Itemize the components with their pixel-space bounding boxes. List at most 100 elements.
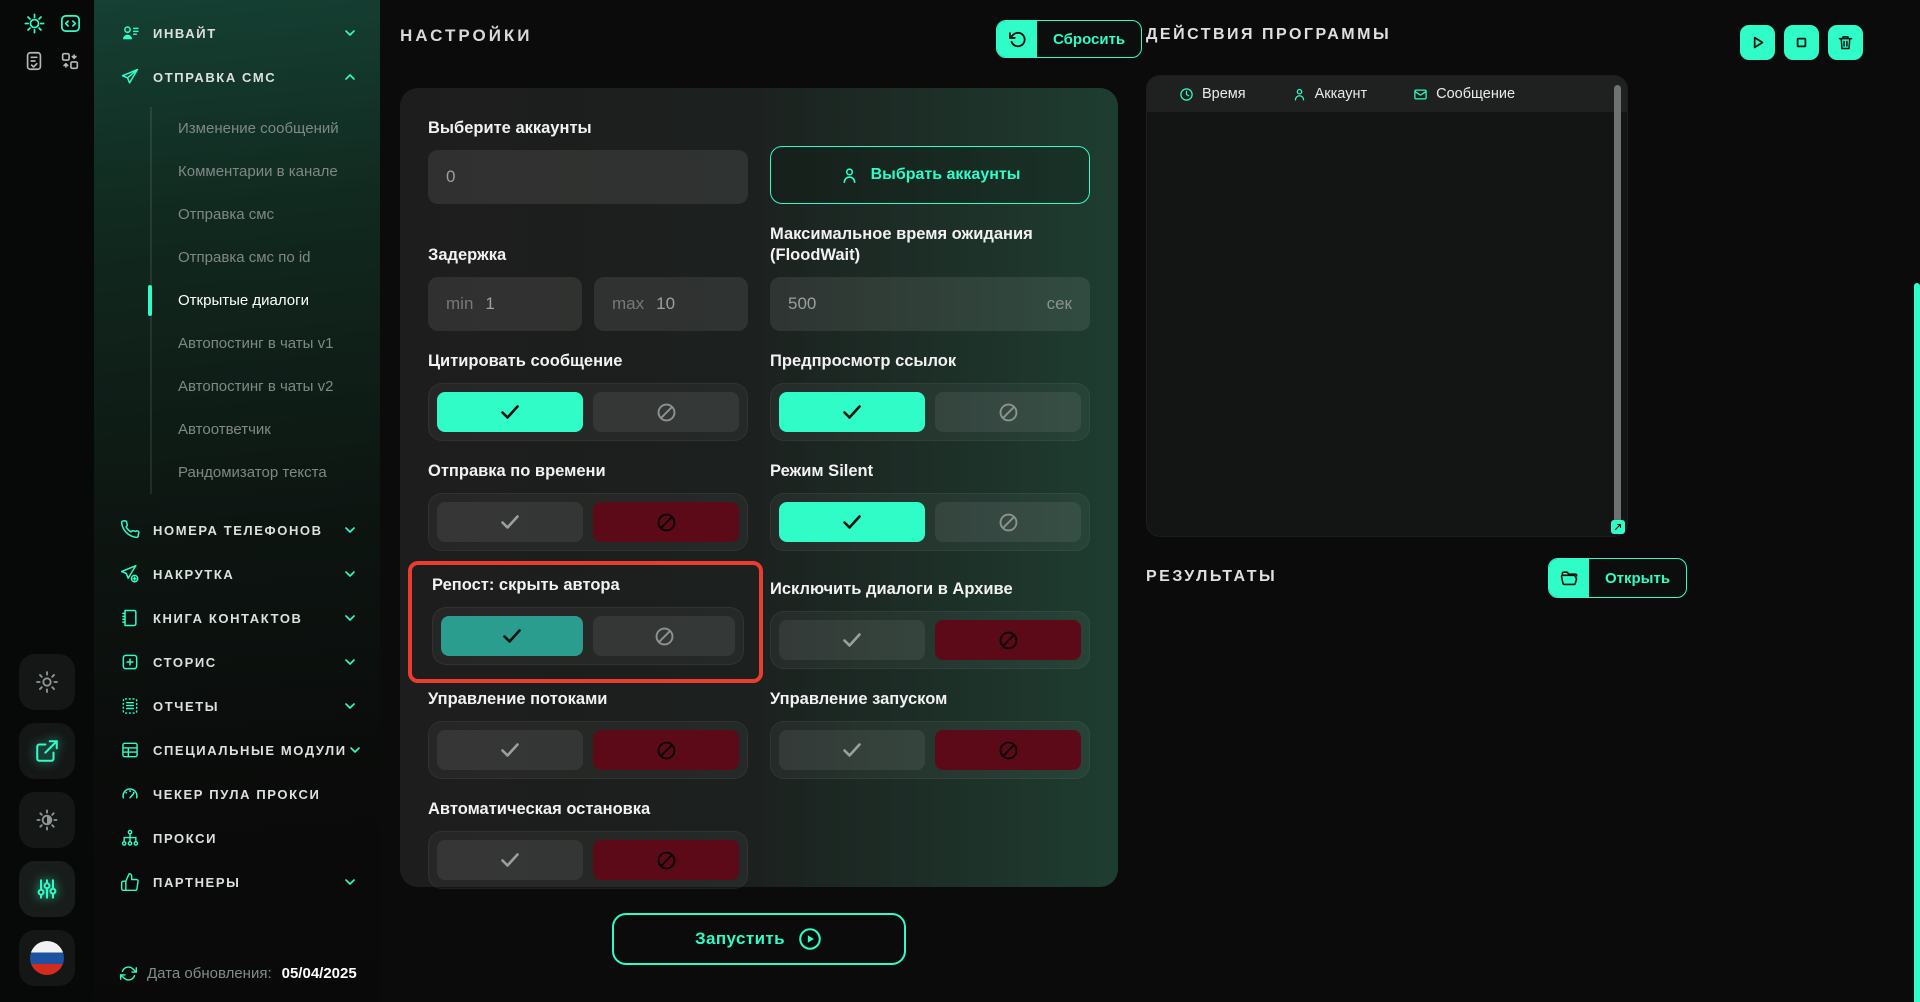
chevron-down-icon	[342, 610, 358, 626]
toggle-on-button[interactable]	[779, 730, 925, 770]
accounts-input[interactable]: 0	[428, 150, 748, 204]
column-time-label: Время	[1202, 86, 1246, 102]
toggle-on-button[interactable]	[437, 730, 583, 770]
folder-open-icon	[1549, 559, 1589, 597]
send-sms-submenu: Изменение сообщений Комментарии в канале…	[150, 107, 380, 494]
submenu-item[interactable]: Автопостинг в чаты v2	[152, 365, 380, 408]
sidebar-item-partners[interactable]: ПАРТНЕРЫ	[94, 860, 380, 904]
sidebar-item-label: СПЕЦИАЛЬНЫЕ МОДУЛИ	[153, 743, 347, 758]
page-scrollbar[interactable]	[1914, 283, 1920, 1002]
sidebar-item-label: НОМЕРА ТЕЛЕФОНОВ	[153, 523, 323, 538]
submenu-item[interactable]: Отправка смс по id	[152, 236, 380, 279]
toggle-off-button[interactable]	[935, 502, 1081, 542]
toggle-on-button[interactable]	[437, 502, 583, 542]
sidebar-item-proxy-checker[interactable]: ЧЕКЕР ПУЛА ПРОКСИ	[94, 772, 380, 816]
column-account[interactable]: Аккаунт	[1292, 86, 1367, 102]
play-icon	[1749, 34, 1766, 51]
sidebar-item-send-sms[interactable]: ОТПРАВКА СМС	[94, 55, 380, 99]
actions-table-header: Время Аккаунт Сообщение	[1147, 76, 1627, 112]
sidebar-item-phone-numbers[interactable]: НОМЕРА ТЕЛЕФОНОВ	[94, 508, 380, 552]
contacts-book-icon	[120, 608, 140, 628]
floodwait-label: Максимальное время ожидания (FloodWait)	[770, 224, 1070, 266]
toggle-send-by-time	[428, 493, 748, 551]
gear-icon[interactable]	[19, 654, 75, 710]
equalizer-icon[interactable]	[19, 861, 75, 917]
update-date-value: 05/04/2025	[282, 965, 357, 982]
sidebar-item-special-modules[interactable]: СПЕЦИАЛЬНЫЕ МОДУЛИ	[94, 728, 380, 772]
toggle-field-quote-message: Цитировать сообщение	[428, 351, 748, 441]
actions-toolbar	[1740, 25, 1863, 60]
sidebar-item-proxy[interactable]: ПРОКСИ	[94, 816, 380, 860]
code-window-icon[interactable]	[57, 10, 83, 36]
reset-icon	[997, 21, 1037, 57]
submenu-item-active[interactable]: Открытые диалоги	[152, 279, 380, 322]
toggle-link-preview	[770, 383, 1090, 441]
column-account-label: Аккаунт	[1315, 86, 1367, 102]
toggle-off-button[interactable]	[593, 502, 739, 542]
toggle-off-button[interactable]	[593, 730, 739, 770]
toggle-launch-control	[770, 721, 1090, 779]
swap-windows-icon[interactable]	[57, 48, 83, 74]
invite-person-icon	[120, 23, 140, 43]
play-circle-icon	[797, 926, 823, 952]
delete-button[interactable]	[1828, 25, 1863, 60]
toggle-off-button[interactable]	[935, 730, 1081, 770]
column-message[interactable]: Сообщение	[1413, 86, 1515, 102]
column-message-label: Сообщение	[1436, 86, 1515, 102]
toggle-off-button[interactable]	[593, 616, 735, 656]
person-icon	[840, 166, 859, 185]
submenu-item[interactable]: Рандомизатор текста	[152, 451, 380, 494]
document-check-icon[interactable]	[21, 48, 47, 74]
sidebar-item-contacts-book[interactable]: КНИГА КОНТАКТОВ	[94, 596, 380, 640]
external-link-icon[interactable]	[19, 723, 75, 779]
toggle-off-button[interactable]	[593, 840, 739, 880]
submenu-item[interactable]: Отправка смс	[152, 193, 380, 236]
toggle-on-button[interactable]	[437, 840, 583, 880]
reset-button[interactable]: Сбросить	[996, 20, 1142, 58]
toggle-field-silent-mode: Режим Silent	[770, 461, 1090, 551]
submenu-item[interactable]: Автопостинг в чаты v1	[152, 322, 380, 365]
toggle-on-button[interactable]	[441, 616, 583, 656]
reset-button-label: Сбросить	[1037, 21, 1141, 57]
toggle-off-button[interactable]	[935, 620, 1081, 660]
select-accounts-button[interactable]: Выбрать аккаунты	[770, 146, 1090, 204]
toggle-auto-stop	[428, 831, 748, 889]
sidebar-item-reports[interactable]: ОТЧЕТЫ	[94, 684, 380, 728]
theme-sun-icon[interactable]	[19, 792, 75, 848]
delay-max-input[interactable]: max 10	[594, 277, 748, 331]
submenu-item[interactable]: Изменение сообщений	[152, 107, 380, 150]
gauge-icon	[120, 784, 140, 804]
bug-settings-icon[interactable]	[21, 10, 47, 36]
select-accounts-field: Выбрать аккаунты	[770, 118, 1090, 204]
resize-handle[interactable]	[1611, 520, 1625, 534]
table-scrollbar[interactable]	[1614, 85, 1621, 529]
toggle-off-button[interactable]	[935, 392, 1081, 432]
submenu-item[interactable]: Комментарии в канале	[152, 150, 380, 193]
flag-ru-icon[interactable]	[19, 930, 75, 986]
sidebar-item-stories[interactable]: СТОРИС	[94, 640, 380, 684]
toggle-off-button[interactable]	[593, 392, 739, 432]
floodwait-input[interactable]: 500 сек	[770, 277, 1090, 331]
toggle-exclude-archive	[770, 611, 1090, 669]
toggle-on-button[interactable]	[779, 620, 925, 660]
refresh-icon[interactable]	[120, 965, 137, 982]
sidebar-item-label: СТОРИС	[153, 655, 217, 670]
run-button[interactable]: Запустить	[612, 913, 906, 965]
toggle-label: Управление запуском	[770, 689, 1090, 710]
sidebar-item-boost[interactable]: НАКРУТКА	[94, 552, 380, 596]
report-list-icon	[120, 696, 140, 716]
play-button[interactable]	[1740, 25, 1775, 60]
toggle-on-button[interactable]	[779, 502, 925, 542]
max-prefix: max	[612, 294, 644, 314]
column-time[interactable]: Время	[1179, 86, 1246, 102]
sidebar-item-invite[interactable]: ИНВАЙТ	[94, 11, 380, 55]
delay-min-input[interactable]: min 1	[428, 277, 582, 331]
actions-title: ДЕЙСТВИЯ ПРОГРАММЫ	[1146, 26, 1391, 44]
submenu-item[interactable]: Автоответчик	[152, 408, 380, 451]
toggle-on-button[interactable]	[437, 392, 583, 432]
open-results-button[interactable]: Открыть	[1548, 558, 1687, 598]
floodwait-value: 500	[788, 294, 816, 314]
stop-button[interactable]	[1784, 25, 1819, 60]
toggle-on-button[interactable]	[779, 392, 925, 432]
update-date-label: Дата обновления:	[147, 965, 272, 982]
